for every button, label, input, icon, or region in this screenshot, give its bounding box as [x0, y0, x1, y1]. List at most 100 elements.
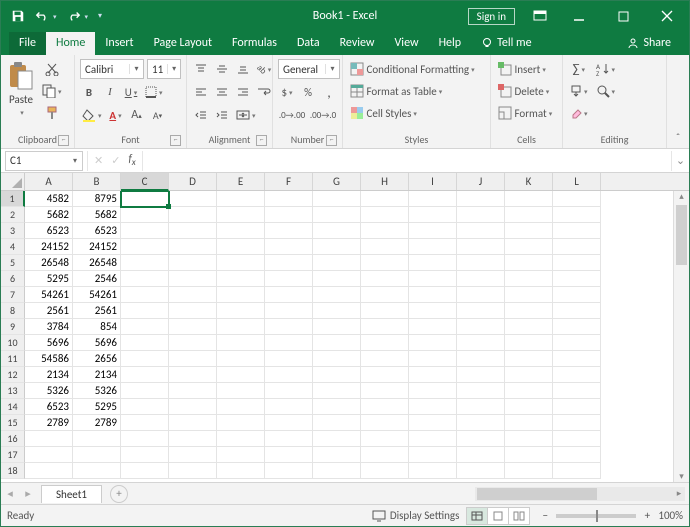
- cancel-formula-icon[interactable]: ✕: [94, 154, 103, 167]
- cell[interactable]: [313, 239, 361, 255]
- cell[interactable]: 26548: [73, 255, 121, 271]
- cell[interactable]: [553, 383, 601, 399]
- cell[interactable]: [361, 351, 409, 367]
- align-top-button[interactable]: [192, 59, 210, 79]
- underline-button[interactable]: U▾: [122, 82, 140, 102]
- cell[interactable]: [169, 399, 217, 415]
- tab-file[interactable]: File: [9, 32, 46, 55]
- cell[interactable]: [457, 287, 505, 303]
- col-header-I[interactable]: I: [409, 173, 457, 190]
- percent-format-button[interactable]: %: [299, 82, 317, 102]
- tab-help[interactable]: Help: [429, 32, 472, 55]
- cell[interactable]: 5295: [73, 399, 121, 415]
- cell[interactable]: [361, 431, 409, 447]
- cell[interactable]: [553, 447, 601, 463]
- cell[interactable]: [313, 223, 361, 239]
- cell[interactable]: [457, 415, 505, 431]
- cell[interactable]: [361, 367, 409, 383]
- cell[interactable]: [553, 399, 601, 415]
- row-header[interactable]: 1: [1, 191, 25, 207]
- align-middle-button[interactable]: [213, 59, 231, 79]
- cell[interactable]: [265, 255, 313, 271]
- increase-font-button[interactable]: A▴: [128, 105, 146, 125]
- share-button[interactable]: Share: [617, 32, 681, 55]
- expand-formula-bar-button[interactable]: ⌄: [671, 151, 689, 171]
- cell[interactable]: [169, 287, 217, 303]
- cell[interactable]: [361, 271, 409, 287]
- cell[interactable]: [217, 303, 265, 319]
- cell[interactable]: [121, 383, 169, 399]
- zoom-slider[interactable]: [556, 514, 636, 518]
- cell[interactable]: [361, 255, 409, 271]
- tab-formulas[interactable]: Formulas: [222, 32, 287, 55]
- cell[interactable]: [553, 319, 601, 335]
- cell[interactable]: [457, 335, 505, 351]
- cell[interactable]: [553, 255, 601, 271]
- zoom-level[interactable]: 100%: [658, 509, 683, 522]
- cell[interactable]: [121, 367, 169, 383]
- cell[interactable]: [505, 367, 553, 383]
- cell[interactable]: 2789: [73, 415, 121, 431]
- cell[interactable]: [457, 447, 505, 463]
- cell[interactable]: [361, 223, 409, 239]
- border-button[interactable]: ▾: [143, 82, 165, 102]
- new-sheet-button[interactable]: +: [110, 485, 128, 503]
- cell[interactable]: 2789: [25, 415, 73, 431]
- cell[interactable]: [313, 303, 361, 319]
- cell[interactable]: [505, 191, 553, 207]
- row-header[interactable]: 11: [1, 351, 25, 367]
- cell[interactable]: [121, 239, 169, 255]
- cell[interactable]: [505, 431, 553, 447]
- cell[interactable]: 54586: [25, 351, 73, 367]
- cell[interactable]: [409, 335, 457, 351]
- cell[interactable]: [361, 191, 409, 207]
- cell[interactable]: [265, 191, 313, 207]
- cell[interactable]: [121, 303, 169, 319]
- cell[interactable]: [361, 319, 409, 335]
- autosum-button[interactable]: ∑▾: [568, 59, 590, 79]
- cell[interactable]: [217, 415, 265, 431]
- cell[interactable]: [409, 191, 457, 207]
- cell[interactable]: [169, 303, 217, 319]
- cell[interactable]: [505, 399, 553, 415]
- cell[interactable]: [409, 431, 457, 447]
- cell[interactable]: [121, 271, 169, 287]
- cell[interactable]: [265, 463, 313, 479]
- cell[interactable]: [505, 335, 553, 351]
- cell[interactable]: [313, 191, 361, 207]
- increase-indent-button[interactable]: [213, 105, 231, 125]
- font-size-combo[interactable]: 11▾: [147, 59, 181, 79]
- cell[interactable]: [217, 463, 265, 479]
- row-header[interactable]: 10: [1, 335, 25, 351]
- number-format-combo[interactable]: General▾: [278, 59, 340, 79]
- tab-home[interactable]: Home: [46, 32, 95, 55]
- cell[interactable]: [313, 399, 361, 415]
- cell[interactable]: [73, 463, 121, 479]
- increase-decimal-button[interactable]: .0→.00: [278, 105, 306, 125]
- cell[interactable]: [409, 223, 457, 239]
- cell[interactable]: [169, 223, 217, 239]
- cell[interactable]: 2134: [25, 367, 73, 383]
- cell[interactable]: [313, 319, 361, 335]
- minimize-button[interactable]: [557, 1, 601, 31]
- number-dialog-launcher[interactable]: ⌐: [326, 135, 337, 146]
- cell[interactable]: [553, 303, 601, 319]
- cell[interactable]: [265, 239, 313, 255]
- cell[interactable]: [121, 447, 169, 463]
- normal-view-button[interactable]: [466, 507, 488, 525]
- close-button[interactable]: [645, 1, 689, 31]
- cell[interactable]: [457, 319, 505, 335]
- cell[interactable]: [217, 399, 265, 415]
- cell[interactable]: [313, 271, 361, 287]
- sort-filter-button[interactable]: AZ▾: [594, 59, 618, 79]
- qat-customize-icon[interactable]: ▾: [96, 9, 104, 23]
- cell[interactable]: [169, 463, 217, 479]
- cell[interactable]: [553, 191, 601, 207]
- cell[interactable]: [553, 431, 601, 447]
- cell[interactable]: [121, 463, 169, 479]
- cell[interactable]: [409, 399, 457, 415]
- row-header[interactable]: 12: [1, 367, 25, 383]
- delete-cells-button[interactable]: Delete▾: [496, 81, 557, 101]
- col-header-K[interactable]: K: [505, 173, 553, 190]
- cell[interactable]: [409, 287, 457, 303]
